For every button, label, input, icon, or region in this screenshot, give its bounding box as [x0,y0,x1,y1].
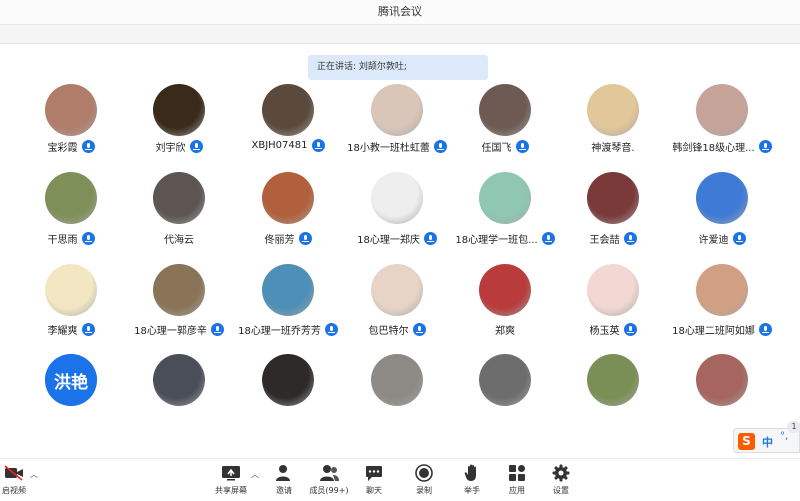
invite-label: 邀请 [276,486,292,495]
participant-avatar[interactable] [587,354,639,406]
video-off-icon [3,463,25,483]
ime-mode-label[interactable]: 中 [762,434,773,450]
settings-button[interactable]: 设置 [546,459,576,501]
video-options-caret-icon[interactable]: ︿ [30,469,38,480]
participant-avatar[interactable] [371,354,423,406]
video-button-label: 启视频 [2,486,26,495]
participant-avatar[interactable] [479,354,531,406]
share-screen-button[interactable]: 共享屏幕 [212,459,250,501]
participant-avatar[interactable]: 洪艳 [45,354,97,406]
share-screen-icon [220,463,242,483]
chat-button[interactable]: 聊天 [359,459,389,501]
raise-hand-label: 举手 [464,486,480,495]
members-label: 成员(99+) [309,486,349,495]
invite-icon [273,463,295,483]
participant-tile[interactable] [124,0,234,460]
share-options-caret-icon[interactable]: ︿ [251,469,259,480]
participant-tile[interactable] [667,0,777,460]
apps-icon [506,463,528,483]
sogou-logo-icon[interactable]: S [738,433,755,450]
members-button[interactable]: 成员(99+) [308,459,350,501]
record-icon [413,463,435,483]
invite-button[interactable]: 邀请 [268,459,300,501]
settings-label: 设置 [553,486,569,495]
apps-button[interactable]: 应用 [502,459,532,501]
meeting-toolbar: 启视频 ︿ 共享屏幕 ︿ 邀请 成员(99+) 聊天 录制 举手 应用 设置 [0,458,800,501]
speaking-indicator: 正在讲话: 刘颉尔敦吐; [308,55,488,80]
record-label: 录制 [416,486,432,495]
ime-punctuation-icon[interactable]: °, [780,431,788,442]
record-button[interactable]: 录制 [409,459,439,501]
avatar-initials: 洪艳 [45,354,97,406]
participant-avatar[interactable] [262,354,314,406]
participant-avatar[interactable] [696,354,748,406]
members-icon [318,463,340,483]
video-button[interactable]: 启视频 [0,459,32,501]
chat-icon [363,463,385,483]
share-screen-label: 共享屏幕 [215,486,247,495]
participant-tile[interactable]: 洪艳 [16,0,126,460]
ime-badge: 1 [787,421,800,433]
chat-label: 聊天 [366,486,382,495]
apps-label: 应用 [509,486,525,495]
participant-tile[interactable] [558,0,668,460]
raise-hand-button[interactable]: 举手 [457,459,487,501]
participant-avatar[interactable] [153,354,205,406]
raise-hand-icon [461,463,483,483]
gear-icon [550,463,572,483]
speaking-text: 正在讲话: 刘颉尔敦吐; [317,62,407,72]
